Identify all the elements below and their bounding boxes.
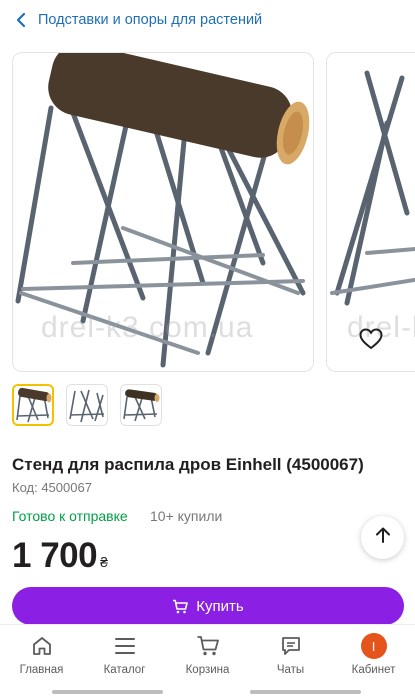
buy-button[interactable]: Купить: [12, 587, 404, 625]
nav-label: Каталог: [103, 664, 146, 676]
chat-icon: [280, 633, 302, 659]
thumbnail-strip: [12, 384, 162, 428]
gesture-pill: [52, 690, 163, 694]
chevron-left-icon[interactable]: [12, 11, 30, 29]
breadcrumb-link[interactable]: Подставки и опоры для растений: [38, 12, 262, 28]
menu-icon: [114, 633, 136, 659]
nav-item-account[interactable]: I Кабинет: [332, 625, 415, 686]
product-gallery[interactable]: drel-k3.com.ua drel-k3.com.ua: [0, 50, 415, 374]
system-gesture-bar: [0, 686, 415, 699]
avatar: I: [360, 633, 387, 659]
top-bar: Подставки и опоры для растений: [0, 0, 415, 40]
product-title: Стенд для распила дров Einhell (4500067): [12, 455, 364, 474]
home-icon: [31, 633, 53, 659]
buy-button-label: Купить: [196, 597, 244, 615]
nav-label: Чаты: [276, 664, 305, 676]
nav-item-chats[interactable]: Чаты: [249, 625, 332, 686]
scroll-to-top-button[interactable]: [361, 516, 404, 559]
product-price: 1 700 ₴: [12, 536, 108, 576]
product-image-next[interactable]: drel-k3.com.ua: [326, 52, 415, 372]
nav-item-cart[interactable]: Корзина: [166, 625, 249, 686]
nav-item-catalog[interactable]: Каталог: [83, 625, 166, 686]
arrow-up-icon: [374, 526, 392, 549]
nav-item-home[interactable]: Главная: [0, 625, 83, 686]
thumbnail-1[interactable]: [12, 384, 54, 426]
cart-icon: [172, 599, 189, 614]
nav-label: Корзина: [185, 664, 230, 676]
nav-label: Главная: [19, 664, 64, 676]
nav-label: Кабинет: [351, 664, 396, 676]
thumbnail-3[interactable]: [120, 384, 162, 426]
gesture-pill: [250, 690, 361, 694]
watermark: drel-k3.com.ua: [41, 311, 254, 344]
price-amount: 1 700: [12, 536, 98, 575]
stock-status: Готово к отправке: [12, 508, 128, 524]
cart-icon: [196, 633, 220, 659]
bought-count: 10+ купили: [150, 508, 223, 524]
product-code: Код: 4500067: [12, 480, 92, 495]
heart-icon[interactable]: [357, 325, 385, 353]
product-image-main[interactable]: drel-k3.com.ua: [12, 52, 314, 372]
thumbnail-2[interactable]: [66, 384, 108, 426]
price-currency: ₴: [100, 554, 108, 570]
bottom-navigation: Главная Каталог Корзина Чаты I Кабинет: [0, 624, 415, 686]
